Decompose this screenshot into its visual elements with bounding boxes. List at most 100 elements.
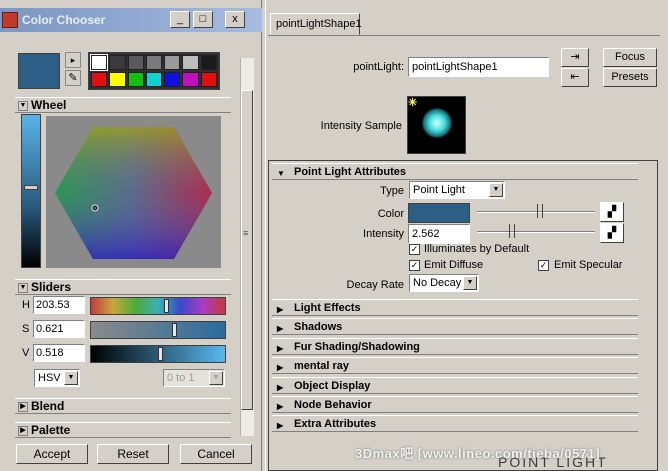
- light-type-dropdown[interactable]: Point Light ▼: [409, 181, 505, 199]
- presets-button[interactable]: Presets: [603, 68, 657, 87]
- hue-slider-handle[interactable]: [164, 299, 169, 313]
- range-dropdown[interactable]: 0 to 1 ▼: [163, 369, 225, 387]
- close-button[interactable]: x: [225, 11, 245, 28]
- light-type-value: Point Light: [413, 184, 465, 196]
- intensity-slider-handle[interactable]: [509, 224, 515, 238]
- chevron-down-icon: ▼: [489, 183, 503, 197]
- expand-icon: ▶: [277, 344, 284, 353]
- eyedropper-icon[interactable]: ✎: [65, 70, 81, 86]
- maximize-button[interactable]: □: [193, 11, 213, 28]
- section-object-display[interactable]: ▶ Object Display: [272, 377, 638, 394]
- intensity-slider-track[interactable]: [477, 231, 595, 233]
- color-slider-track[interactable]: [477, 211, 595, 213]
- section-node-behavior[interactable]: ▶ Node Behavior: [272, 396, 638, 413]
- chevron-down-icon: ▼: [209, 371, 223, 385]
- color-palette-grid: [88, 52, 220, 90]
- emit-specular-label: Emit Specular: [554, 259, 623, 271]
- section-label: Light Effects: [294, 302, 361, 314]
- expand-icon: ▶: [18, 402, 28, 412]
- value-slider[interactable]: [90, 345, 226, 363]
- blend-section-header[interactable]: ▶ Blend: [15, 398, 231, 414]
- color-mode-dropdown[interactable]: HSV ▼: [34, 369, 80, 387]
- save-attributes-icon[interactable]: ⇤: [561, 68, 589, 87]
- illuminates-label: Illuminates by Default: [424, 243, 530, 255]
- hue-field[interactable]: 203.53: [33, 296, 85, 314]
- color-slider-handle[interactable]: [537, 204, 543, 218]
- hue-label: H: [22, 299, 30, 311]
- type-label: Type: [380, 185, 404, 197]
- expand-icon: ▶: [277, 305, 284, 314]
- illuminates-checkbox[interactable]: ✓: [409, 244, 420, 255]
- saturation-slider[interactable]: [90, 321, 226, 339]
- value-strip-handle[interactable]: [24, 185, 38, 190]
- emit-specular-checkbox[interactable]: ✓: [538, 260, 549, 271]
- scrollbar-thumb[interactable]: [241, 90, 253, 410]
- color-hexagon[interactable]: [46, 116, 221, 268]
- section-label: Node Behavior: [294, 399, 372, 411]
- palette-swatch[interactable]: [127, 72, 144, 87]
- cancel-button[interactable]: Cancel: [180, 444, 252, 464]
- value-strip[interactable]: [21, 114, 41, 268]
- load-attributes-icon[interactable]: ⇥: [561, 48, 589, 67]
- decay-rate-dropdown[interactable]: No Decay ▼: [409, 274, 479, 292]
- value-label: V: [22, 347, 30, 359]
- palette-swatch[interactable]: [109, 55, 126, 70]
- minimize-button[interactable]: _: [170, 11, 190, 28]
- color-mode-value: HSV: [38, 372, 61, 384]
- watermark-text: 3Dmax吧 [www.lineo.com/tieba/0571]: [355, 446, 601, 461]
- expand-icon: ▶: [277, 402, 284, 411]
- sliders-section-header[interactable]: ▼ Sliders: [15, 279, 231, 295]
- palette-swatch[interactable]: [91, 72, 108, 87]
- section-label: Object Display: [294, 380, 371, 392]
- section-shadows[interactable]: ▶ Shadows: [272, 318, 638, 335]
- decay-rate-value: No Decay: [413, 277, 462, 289]
- point-light-name-field[interactable]: pointLightShape1: [408, 57, 549, 77]
- palette-section-header[interactable]: ▶ Palette: [15, 422, 231, 438]
- intensity-sample-label: Intensity Sample: [320, 120, 402, 132]
- section-light-effects[interactable]: ▶ Light Effects: [272, 299, 638, 316]
- palette-swatch[interactable]: [145, 55, 163, 70]
- decay-rate-label: Decay Rate: [346, 279, 404, 291]
- value-slider-handle[interactable]: [158, 347, 163, 361]
- wheel-section-header[interactable]: ▼ Wheel: [15, 97, 231, 113]
- intensity-label: Intensity: [363, 228, 404, 240]
- value-field[interactable]: 0.518: [33, 344, 85, 362]
- chevron-down-icon: ▼: [463, 276, 477, 290]
- expand-icon: ▶: [277, 383, 284, 392]
- point-light-label: pointLight:: [353, 61, 404, 73]
- map-texture-icon[interactable]: ▞: [600, 223, 624, 243]
- palette-swatch[interactable]: [182, 55, 199, 70]
- section-mental-ray[interactable]: ▶ mental ray: [272, 357, 638, 374]
- expand-icon: ▶: [277, 421, 284, 430]
- focus-button[interactable]: Focus: [603, 48, 657, 67]
- palette-header-label: Palette: [31, 423, 71, 437]
- light-color-swatch[interactable]: [408, 203, 470, 223]
- palette-swatch[interactable]: [164, 55, 181, 70]
- reset-button[interactable]: Reset: [97, 444, 169, 464]
- hue-slider[interactable]: [90, 297, 226, 315]
- current-color-swatch[interactable]: [18, 53, 60, 89]
- apply-arrow-button[interactable]: ▸: [65, 52, 81, 68]
- palette-swatch[interactable]: [164, 72, 181, 87]
- point-light-attributes-header[interactable]: ▼ Point Light Attributes: [272, 163, 638, 180]
- section-fur-shading[interactable]: ▶ Fur Shading/Shadowing: [272, 338, 638, 355]
- map-texture-icon[interactable]: ▞: [600, 202, 624, 222]
- saturation-slider-handle[interactable]: [172, 323, 177, 337]
- saturation-field[interactable]: 0.621: [33, 320, 85, 338]
- palette-swatch[interactable]: [200, 72, 217, 87]
- section-label: mental ray: [294, 360, 350, 372]
- tab-pointlightshape1[interactable]: pointLightShape1: [270, 13, 362, 35]
- palette-swatch[interactable]: [109, 72, 126, 87]
- section-extra-attributes[interactable]: ▶ Extra Attributes: [272, 415, 638, 432]
- point-light-attributes-label: Point Light Attributes: [294, 166, 407, 178]
- palette-swatch[interactable]: [182, 72, 199, 87]
- emit-diffuse-checkbox[interactable]: ✓: [409, 260, 420, 271]
- intensity-field[interactable]: 2.562: [408, 224, 470, 244]
- palette-swatch[interactable]: [200, 55, 217, 70]
- saturation-label: S: [22, 323, 30, 335]
- palette-swatch[interactable]: [127, 55, 144, 70]
- palette-swatch[interactable]: [89, 54, 109, 71]
- sliders-header-label: Sliders: [31, 280, 72, 294]
- palette-swatch[interactable]: [145, 72, 163, 87]
- accept-button[interactable]: Accept: [16, 444, 88, 464]
